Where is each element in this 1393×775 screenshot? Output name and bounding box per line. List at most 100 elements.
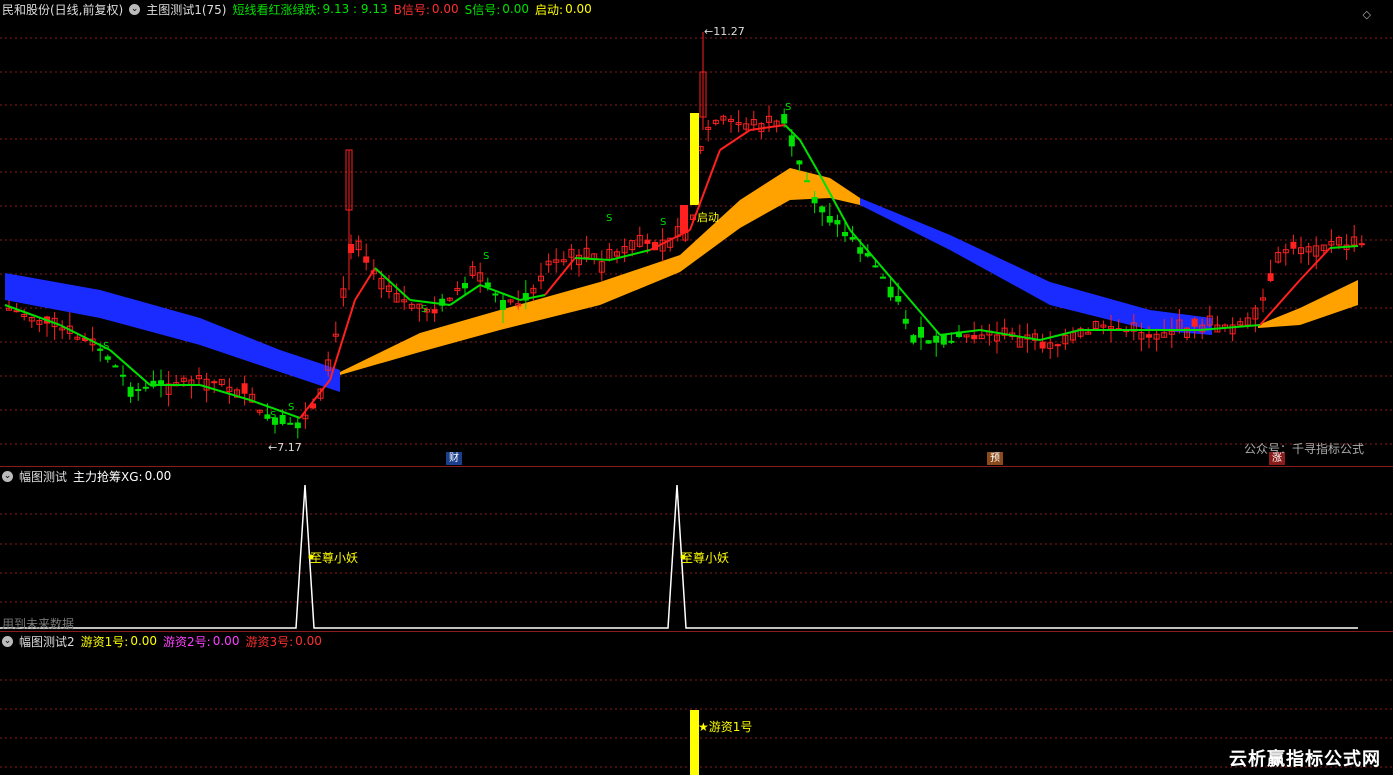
candle-body bbox=[1290, 241, 1297, 249]
orange-ma-band bbox=[340, 168, 860, 375]
start-bar bbox=[690, 113, 699, 205]
short-ma-line bbox=[354, 267, 376, 301]
watermark-text: 公众号：千寻指标公式 bbox=[1244, 442, 1365, 456]
sub2-canvas[interactable] bbox=[0, 632, 1393, 775]
short-ma-line bbox=[1039, 329, 1081, 341]
candle-body bbox=[880, 276, 886, 279]
sub1-title[interactable]: 幅图测试 bbox=[19, 468, 67, 485]
short-ma-line bbox=[374, 267, 411, 301]
candle-body bbox=[211, 381, 218, 384]
short-ma-line bbox=[1299, 247, 1331, 281]
s-signal-marker: S bbox=[785, 102, 791, 113]
candle-body bbox=[462, 283, 468, 289]
candle-body bbox=[363, 256, 370, 263]
s-signal-marker: S bbox=[421, 304, 427, 315]
candle-body bbox=[680, 205, 688, 233]
short-ma-line bbox=[749, 124, 786, 131]
sub2-s3-label: 游资3号: bbox=[245, 634, 294, 649]
candle-body bbox=[781, 114, 788, 124]
sub1-series-label: 主力抢筹XG: bbox=[73, 469, 143, 484]
b-signal-value: 0.00 bbox=[431, 2, 459, 16]
candle-body bbox=[796, 160, 803, 165]
s-signal-marker: S bbox=[483, 251, 489, 262]
sub-chart-2[interactable]: ⌄ 幅图测试2 游资1号: 0.00 游资2号: 0.00 游资3号: 0.00… bbox=[0, 632, 1393, 775]
candle-body bbox=[1267, 273, 1274, 281]
short-ma-line bbox=[109, 349, 151, 386]
legend-value: 9.13 : 9.13 bbox=[322, 2, 388, 16]
high-price-label: ←11.27 bbox=[704, 25, 745, 38]
s-signal-marker: S bbox=[270, 410, 276, 421]
main-chart-pane[interactable]: S S S S S S S S ←11.27 ←7.17 启动 民和股份(日线,前复权) ⌄ 主图测… bbox=[0, 0, 1393, 467]
candle-body bbox=[127, 386, 134, 397]
candle-body bbox=[819, 206, 826, 213]
short-ma-line bbox=[299, 379, 331, 419]
sub2-s1-label: 游资1号: bbox=[80, 634, 129, 649]
candle-body bbox=[241, 383, 248, 394]
candle-body bbox=[1039, 341, 1046, 349]
sub1-series-value: 0.00 bbox=[144, 469, 172, 483]
start-value: 0.00 bbox=[565, 2, 592, 16]
candle-body bbox=[1054, 344, 1061, 347]
short-ma-line bbox=[799, 139, 821, 176]
candle-body bbox=[918, 326, 924, 338]
sub2-s2-value: 0.00 bbox=[212, 634, 240, 648]
sub2-s3-value: 0.00 bbox=[295, 634, 322, 648]
candle-body bbox=[431, 309, 438, 314]
collapse-icon[interactable]: ⌄ bbox=[2, 635, 13, 647]
s-signal-marker: S bbox=[103, 341, 109, 352]
candle-body bbox=[933, 335, 940, 343]
short-ma-line bbox=[719, 129, 751, 151]
candle-body bbox=[644, 239, 651, 244]
sub1-annotation-2: 至尊小妖 bbox=[681, 551, 730, 565]
sub2-title[interactable]: 幅图测试2 bbox=[19, 633, 75, 650]
collapse-icon[interactable]: ⌄ bbox=[129, 3, 141, 15]
short-ma-line bbox=[849, 229, 881, 266]
s-signal-label: S信号: bbox=[464, 2, 501, 17]
candle-body bbox=[1146, 334, 1152, 338]
candle-body bbox=[287, 422, 294, 425]
short-ma-line bbox=[544, 257, 576, 296]
badge-cai: 财 bbox=[446, 452, 462, 465]
blue-ma-band bbox=[860, 198, 1212, 335]
candle-body bbox=[1358, 243, 1365, 246]
diamond-icon[interactable]: ◇ bbox=[1363, 8, 1371, 21]
collapse-icon[interactable]: ⌄ bbox=[2, 470, 13, 482]
main-header: 民和股份(日线,前复权) ⌄ 主图测试1(75) 短线看红涨绿跌: 9.13 :… bbox=[0, 0, 598, 18]
sub-chart-1[interactable]: ⌄ 幅图测试 主力抢筹XG: 0.00 用到未来数据 至尊小妖 至尊小妖 bbox=[0, 467, 1393, 632]
stock-name[interactable]: 民和股份(日线,前复权) bbox=[2, 1, 123, 18]
legend-label: 短线看红涨绿跌: bbox=[232, 2, 321, 17]
candle-body bbox=[842, 232, 848, 237]
indicator-name[interactable]: 主图测试1(75) bbox=[146, 1, 226, 18]
candle-body bbox=[104, 356, 111, 360]
candle-body bbox=[948, 340, 955, 343]
sub2-annotation: ★游资1号 bbox=[698, 720, 753, 734]
sub1-header: ⌄ 幅图测试 主力抢筹XG: 0.00 bbox=[0, 467, 177, 485]
candle-body bbox=[925, 340, 932, 344]
start-label: 启动: bbox=[535, 2, 564, 17]
sub2-header: ⌄ 幅图测试2 游资1号: 0.00 游资2号: 0.00 游资3号: 0.00 bbox=[0, 632, 328, 650]
short-ma-line bbox=[909, 299, 941, 336]
candle-body bbox=[500, 300, 506, 310]
start-annotation: 启动 bbox=[697, 211, 719, 224]
footer-watermark: 云析赢指标公式网 bbox=[1229, 749, 1381, 770]
candle-body bbox=[492, 293, 499, 296]
short-ma-line bbox=[574, 257, 611, 261]
s-signal-marker: S bbox=[288, 402, 294, 413]
candle-body bbox=[895, 295, 902, 302]
candle-body bbox=[902, 318, 909, 324]
candle-body bbox=[112, 365, 119, 368]
candle-body bbox=[804, 180, 810, 183]
candle-body bbox=[857, 247, 864, 254]
short-ma-line bbox=[479, 284, 521, 301]
candle-body bbox=[811, 197, 818, 204]
candle-body bbox=[849, 237, 856, 240]
xg-signal-line bbox=[0, 484, 1358, 629]
low-price-label: ←7.17 bbox=[268, 441, 302, 454]
sub1-annotation-1: 至尊小妖 bbox=[310, 551, 359, 565]
main-chart-canvas[interactable]: S S S S S S S S ←11.27 ←7.17 启动 bbox=[0, 0, 1393, 467]
candle-body bbox=[279, 414, 286, 425]
candle-body bbox=[910, 335, 917, 343]
sub2-s2-label: 游资2号: bbox=[163, 634, 211, 649]
candle-body bbox=[872, 265, 879, 268]
s-signal-value: 0.00 bbox=[502, 2, 530, 16]
